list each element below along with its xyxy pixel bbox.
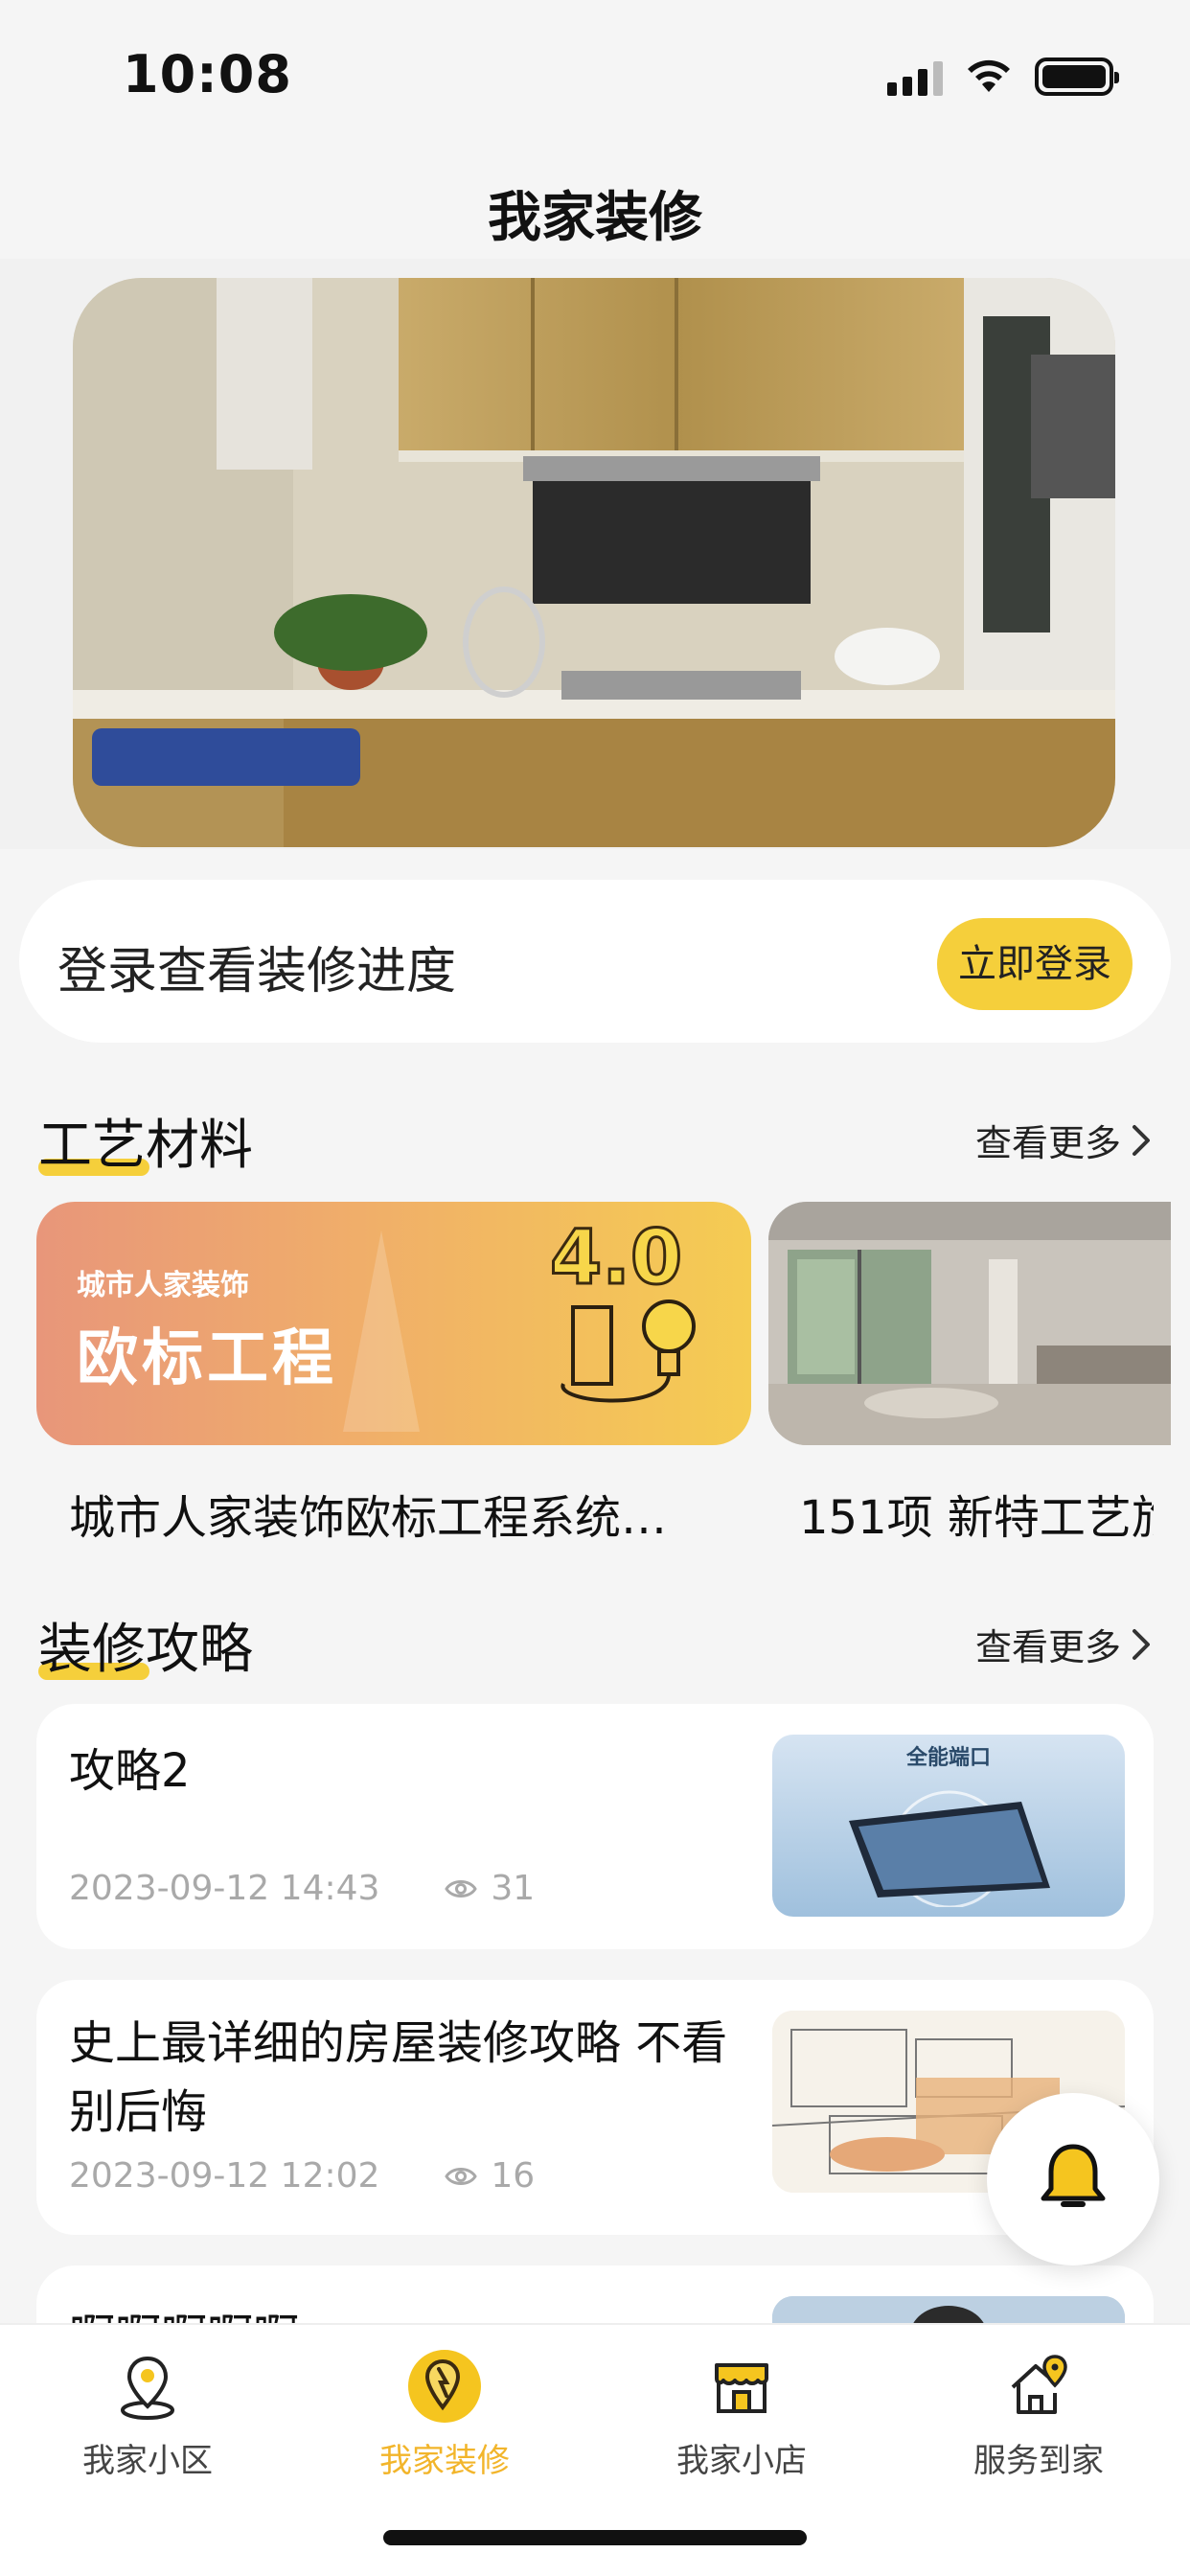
bell-icon [1041, 2144, 1106, 2207]
material-card-title: 欧标工程 [77, 1323, 337, 1394]
login-button[interactable]: 立即登录 [937, 918, 1133, 1010]
view-count: 31 [491, 1869, 536, 1908]
cellular-signal-icon [887, 58, 943, 96]
tab-label: 我家小区 [82, 2442, 213, 2480]
article-card[interactable]: 史上最详细的房屋装修攻略 不看别后悔 2023-09-12 12:02 16 [36, 1980, 1154, 2235]
screen: 10:08 我家装修 登录查看装修进度 立即登录 工艺材料 查看更多 城市人家装… [0, 0, 1190, 2576]
chevron-right-icon [1133, 1628, 1150, 1660]
living-room-image [768, 1202, 1171, 1445]
material-caption-2: 151项 新特工艺旅 [799, 1491, 1154, 1545]
material-card-new-process[interactable] [768, 1202, 1171, 1445]
article-views: 16 [445, 2156, 535, 2196]
tab-label: 服务到家 [973, 2442, 1104, 2480]
tab-store[interactable]: 我家小店 [627, 2348, 857, 2481]
store-icon [703, 2348, 780, 2425]
thumbnail-caption: 全能端口 [905, 1746, 991, 1770]
battery-icon [1035, 58, 1119, 96]
tab-renovation[interactable]: 我家装修 [330, 2348, 560, 2481]
eye-icon [445, 2167, 478, 2185]
material-caption-1: 城市人家装饰欧标工程系统… [69, 1491, 668, 1545]
article-meta: 2023-09-12 12:02 16 [69, 2156, 535, 2196]
guides-more-link[interactable]: 查看更多 [975, 1618, 1152, 1670]
status-time: 10:08 [123, 44, 292, 104]
page-title: 我家装修 [488, 187, 702, 249]
article-date: 2023-09-12 12:02 [69, 2156, 380, 2196]
tab-label: 我家小店 [676, 2442, 807, 2480]
tv-icon [849, 1790, 1050, 1907]
section-title-text: 工艺材料 [38, 1115, 253, 1177]
more-label: 查看更多 [974, 1122, 1121, 1164]
section-title-text: 装修攻略 [38, 1619, 253, 1681]
section-title-guides: 装修攻略 [38, 1606, 253, 1684]
banner-image-kitchen[interactable] [73, 278, 1115, 847]
status-bar: 10:08 [0, 0, 1190, 144]
notification-button[interactable] [987, 2093, 1159, 2266]
tab-community[interactable]: 我家小区 [33, 2348, 263, 2481]
section-title-materials: 工艺材料 [38, 1102, 253, 1180]
article-date: 2023-09-12 14:43 [69, 1869, 380, 1908]
article-card[interactable]: 攻略2 2023-09-12 14:43 31 全能端口 [36, 1704, 1154, 1949]
eye-icon [445, 1879, 478, 1898]
status-icons [887, 58, 1119, 96]
wifi-icon [968, 59, 1010, 92]
lightbulb-icon [561, 1300, 696, 1403]
materials-more-link[interactable]: 查看更多 [975, 1114, 1152, 1166]
article-views: 31 [445, 1869, 535, 1908]
more-label: 查看更多 [974, 1626, 1121, 1668]
login-prompt: 登录查看装修进度 [57, 943, 457, 1000]
article-thumbnail: 全能端口 [772, 1735, 1125, 1917]
tab-label: 我家装修 [379, 2442, 510, 2480]
view-count: 16 [491, 2156, 536, 2196]
article-title: 攻略2 [69, 1744, 191, 1798]
chevron-right-icon [1133, 1124, 1150, 1156]
material-card-subtitle: 城市人家装饰 [77, 1269, 249, 1302]
location-pin-icon [109, 2348, 186, 2425]
home-service-icon [1000, 2348, 1077, 2425]
login-card: 登录查看装修进度 立即登录 [19, 880, 1171, 1043]
material-card-euro-standard[interactable]: 城市人家装饰 欧标工程 4.0 [36, 1202, 751, 1445]
tab-home-service[interactable]: 服务到家 [924, 2348, 1154, 2481]
article-title: 史上最详细的房屋装修攻略 不看别后悔 [69, 2016, 728, 2139]
home-indicator[interactable] [383, 2530, 807, 2545]
article-meta: 2023-09-12 14:43 31 [69, 1869, 535, 1908]
renovation-icon [406, 2348, 483, 2425]
kitchen-illustration [73, 278, 1115, 847]
